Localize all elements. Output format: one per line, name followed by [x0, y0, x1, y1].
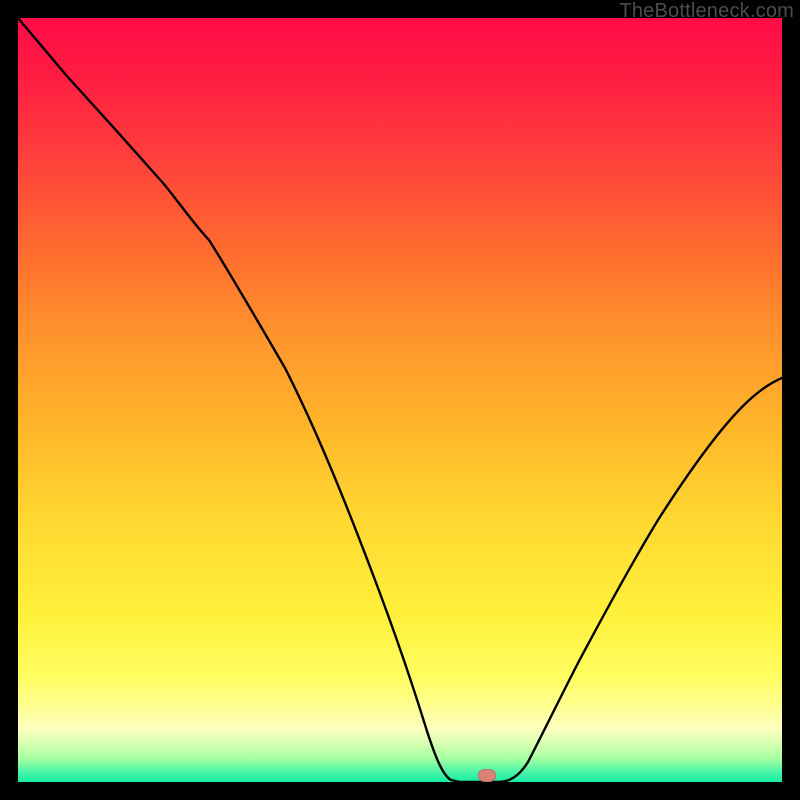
chart-frame: TheBottleneck.com: [0, 0, 800, 800]
plot-area: [18, 18, 782, 782]
bottleneck-curve-svg: [18, 18, 782, 782]
bottleneck-curve-path: [18, 18, 782, 782]
optimal-marker: [478, 769, 496, 782]
watermark-text: TheBottleneck.com: [619, 0, 794, 23]
